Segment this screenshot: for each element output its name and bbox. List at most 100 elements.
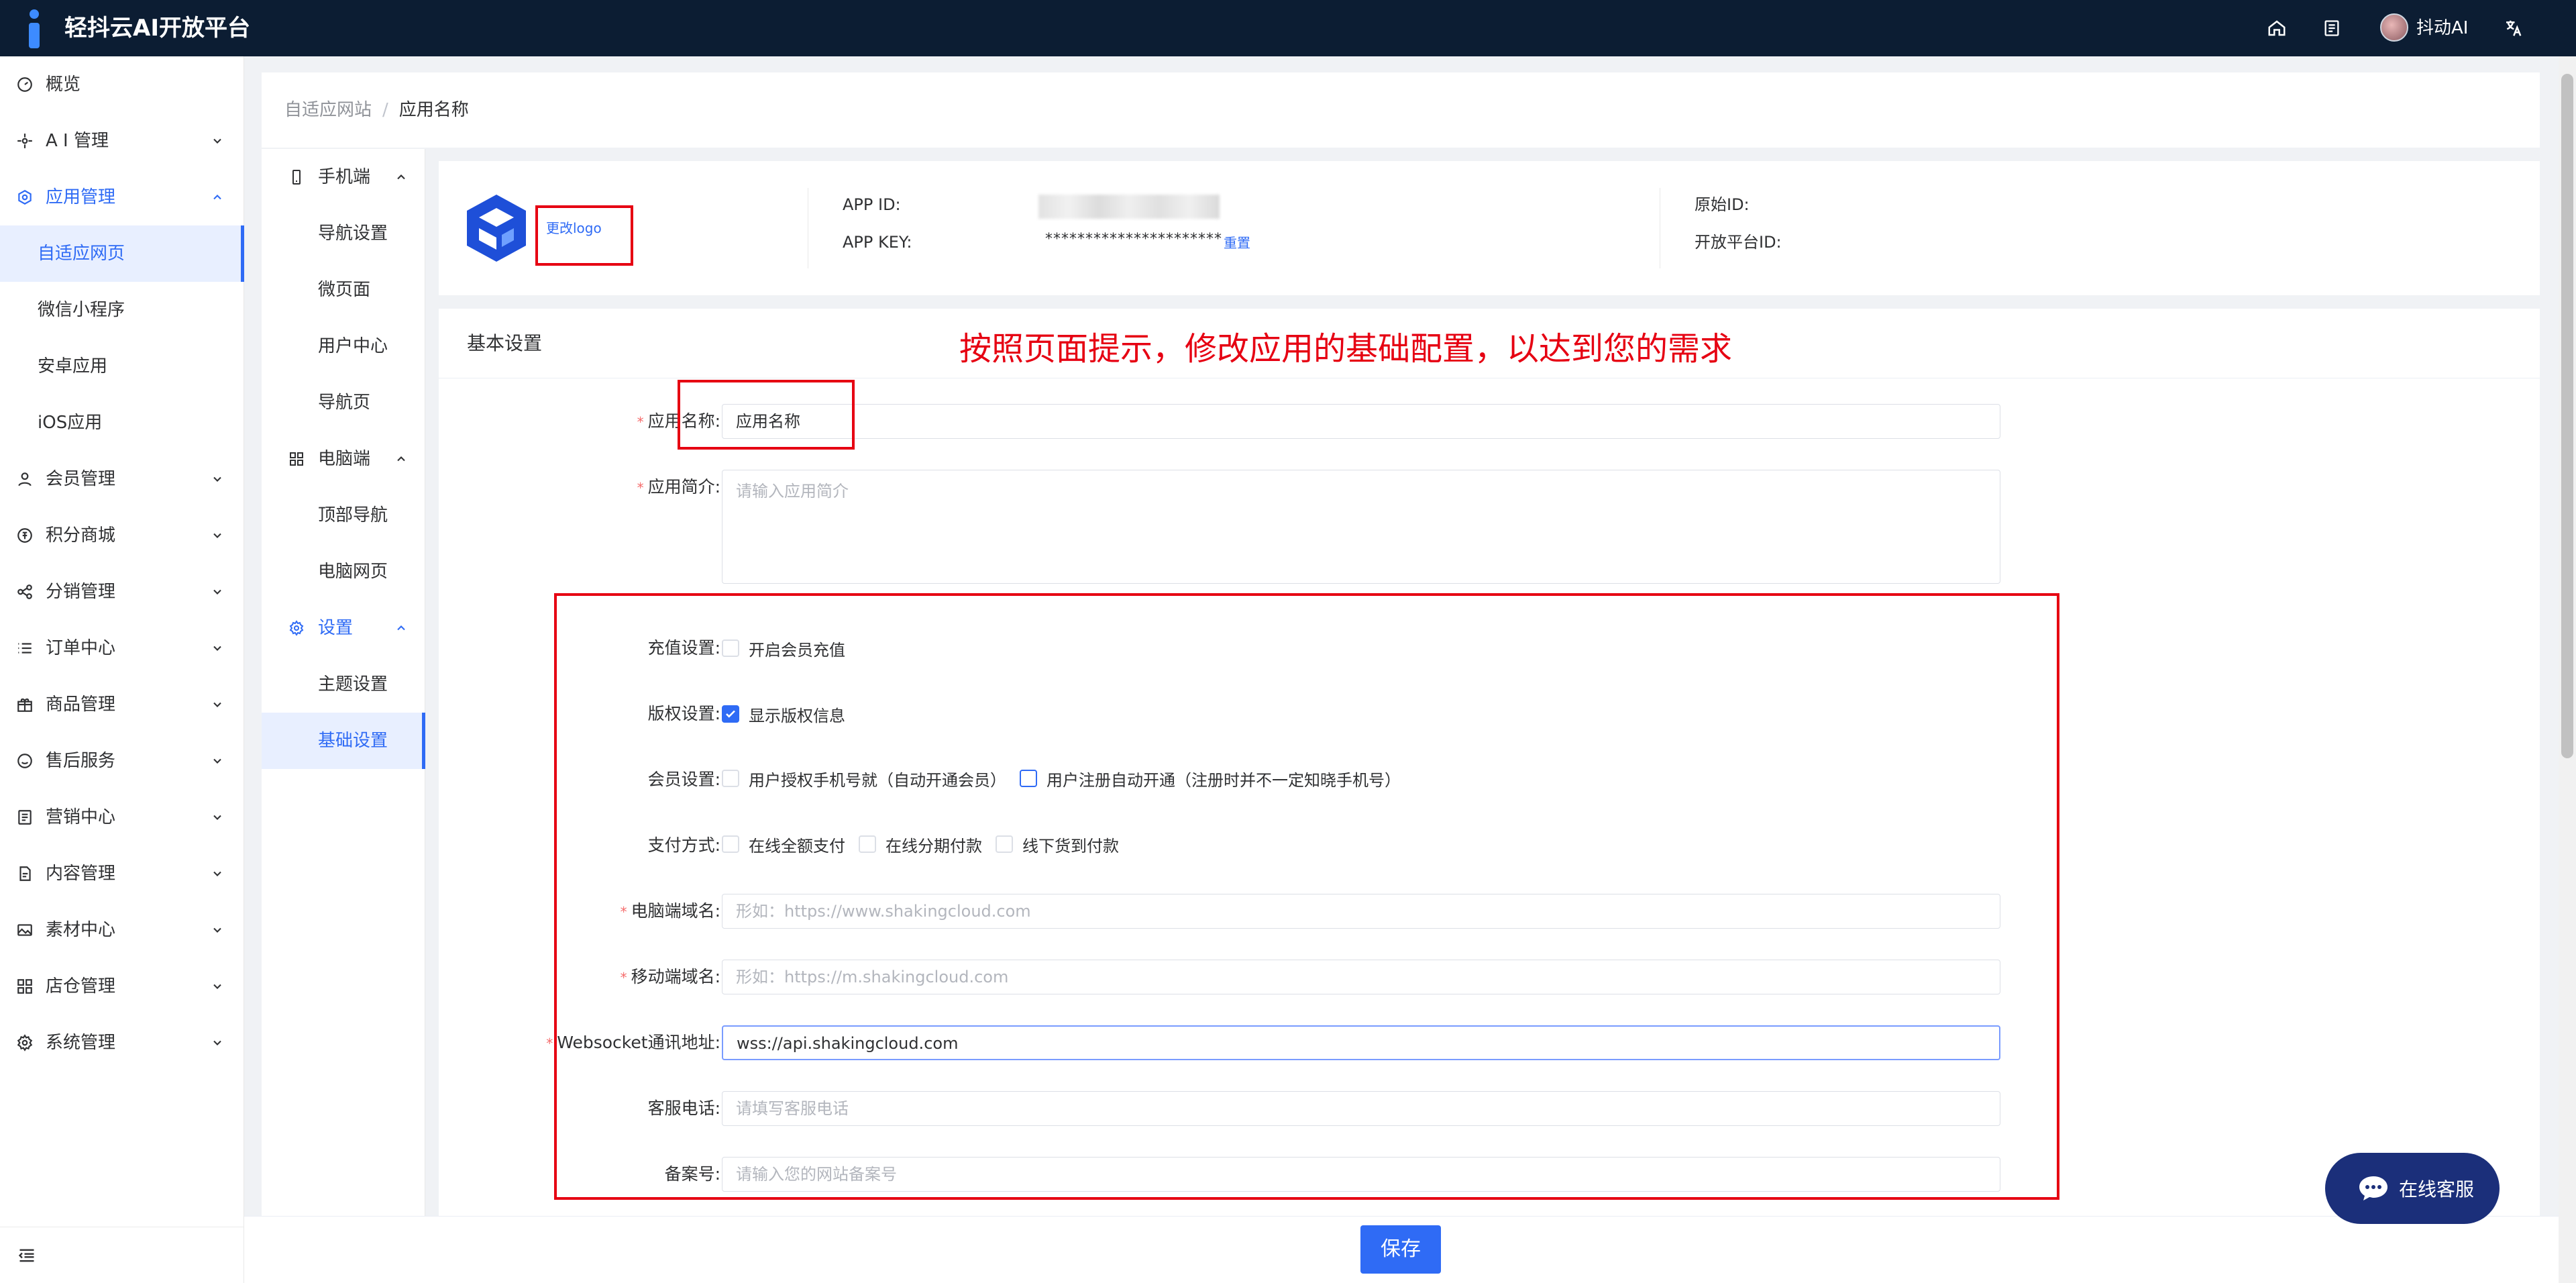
brand-logo-icon	[25, 9, 43, 48]
sidebar-item-label: 商品管理	[46, 695, 116, 715]
sidebar-item-system[interactable]: 系统管理	[0, 1015, 244, 1071]
nav-item-nav-page[interactable]: 导航页	[262, 374, 425, 431]
app-key-label: APP KEY:	[843, 233, 912, 252]
app-name-input[interactable]: 应用名称	[722, 404, 2000, 439]
chevron-up-icon	[397, 456, 405, 462]
save-button[interactable]: 保存	[1360, 1225, 1441, 1274]
nav-item-label: 电脑网页	[318, 562, 388, 582]
chevron-down-icon	[213, 871, 221, 876]
chat-bubble-icon	[2359, 1176, 2387, 1200]
app-id-value-blurred	[1038, 195, 1220, 219]
sidebar-item-members[interactable]: 会员管理	[0, 451, 244, 507]
nav-item-label: 导航设置	[318, 223, 388, 244]
reset-key-link[interactable]: 重置	[1224, 232, 1250, 252]
sidebar-item-points-mall[interactable]: 积分商城	[0, 507, 244, 564]
app-info-card: 更改logo APP ID: APP KEY: ****************…	[439, 161, 2540, 295]
nav-item-theme-settings[interactable]: 主题设置	[262, 656, 425, 713]
secondary-nav: 手机端 导航设置 微页面 用户中心 导航页 电脑端 顶部导航 电脑网页 设置 主…	[262, 149, 425, 1223]
nav-item-basic-settings[interactable]: 基础设置	[262, 713, 425, 769]
chevron-down-icon	[213, 533, 221, 538]
sidebar-subitem-wechat[interactable]: 微信小程序	[0, 282, 244, 338]
nav-item-micro-page[interactable]: 微页面	[262, 262, 425, 318]
top-bar: 轻抖云AI开放平台 抖动AI	[0, 0, 2576, 56]
nav-item-user-center[interactable]: 用户中心	[262, 318, 425, 374]
chevron-up-icon	[397, 625, 405, 631]
dashboard-icon	[17, 77, 32, 92]
sidebar-item-label: 应用管理	[46, 187, 116, 207]
breadcrumb-parent[interactable]: 自适应网站	[284, 100, 372, 120]
points-icon	[17, 528, 32, 543]
sidebar-item-after-sales[interactable]: 售后服务	[0, 733, 244, 789]
nav-group-pc[interactable]: 电脑端	[262, 431, 425, 487]
marketing-icon	[18, 810, 32, 825]
sidebar-item-marketing[interactable]: 营销中心	[0, 789, 244, 845]
nav-item-pc-page[interactable]: 电脑网页	[262, 544, 425, 600]
sidebar-item-distribution[interactable]: 分销管理	[0, 564, 244, 620]
avatar[interactable]	[2380, 13, 2408, 42]
chevron-down-icon	[213, 589, 221, 595]
breadcrumb: 自适应网站 / 应用名称	[284, 98, 469, 122]
sidebar-item-orders[interactable]: 订单中心	[0, 620, 244, 676]
sidebar-collapse-button[interactable]	[0, 1227, 244, 1283]
nav-group-settings[interactable]: 设置	[262, 600, 425, 656]
sidebar: 概览 A I 管理 应用管理 自适应网页 微信小程序 安卓应用 iOS应用 会员…	[0, 56, 244, 1283]
nav-group-mobile[interactable]: 手机端	[262, 149, 425, 205]
app-intro-label: * 应用简介:	[439, 470, 720, 505]
sidebar-item-ai[interactable]: A I 管理	[0, 113, 244, 169]
sidebar-item-content[interactable]: 内容管理	[0, 845, 244, 902]
store-icon	[17, 979, 32, 994]
form-title: 基本设置	[467, 332, 543, 354]
nav-group-label: 设置	[318, 618, 354, 638]
nav-item-label: 用户中心	[318, 336, 388, 356]
app-logo-icon	[467, 195, 526, 262]
online-service-button[interactable]: 在线客服	[2325, 1153, 2500, 1224]
image-icon	[17, 924, 32, 936]
sidebar-item-app-management[interactable]: 应用管理	[0, 169, 244, 225]
annotation-box-settings	[554, 593, 2059, 1200]
content-icon	[19, 866, 31, 881]
sidebar-subitem-label: 微信小程序	[38, 300, 125, 320]
chevron-down-icon	[213, 138, 221, 144]
chevron-down-icon	[213, 646, 221, 651]
basic-settings-form: 基本设置 按照页面提示，修改应用的基础配置，以达到您的需求 * 应用名称: 应用名…	[439, 309, 2540, 1223]
collapse-menu-icon	[18, 1249, 34, 1262]
sidebar-item-label: 订单中心	[46, 638, 116, 658]
nav-item-nav-settings[interactable]: 导航设置	[262, 205, 425, 262]
nav-item-top-nav[interactable]: 顶部导航	[262, 487, 425, 544]
user-name[interactable]: 抖动AI	[2416, 16, 2468, 40]
chevron-down-icon	[213, 702, 221, 707]
settings-icon	[17, 1034, 33, 1051]
chevron-down-icon	[213, 984, 221, 989]
sidebar-subitem-ios[interactable]: iOS应用	[0, 395, 244, 451]
app-intro-textarea[interactable]: 请输入应用简介	[722, 470, 2000, 584]
annotation-box-logo	[535, 205, 633, 266]
breadcrumb-current: 应用名称	[398, 100, 469, 120]
chevron-down-icon	[213, 927, 221, 933]
sidebar-item-materials[interactable]: 素材中心	[0, 902, 244, 958]
sidebar-item-products[interactable]: 商品管理	[0, 676, 244, 733]
platform-id-label: 开放平台ID:	[1695, 233, 1782, 252]
required-mark: *	[546, 1035, 553, 1051]
sidebar-item-overview[interactable]: 概览	[0, 56, 244, 113]
required-mark: *	[637, 414, 644, 430]
nav-item-label: 导航页	[318, 393, 371, 413]
sidebar-subitem-android[interactable]: 安卓应用	[0, 338, 244, 395]
gift-icon	[17, 698, 32, 712]
chevron-down-icon	[213, 1040, 221, 1045]
nav-group-label: 电脑端	[318, 449, 371, 469]
sidebar-item-label: 概览	[46, 74, 81, 95]
chevron-down-icon	[213, 476, 221, 482]
sidebar-item-label: 营销中心	[46, 807, 116, 827]
scrollbar-thumb[interactable]	[2561, 74, 2573, 758]
nav-item-label: 主题设置	[318, 674, 388, 695]
sidebar-item-stores[interactable]: 店仓管理	[0, 958, 244, 1015]
service-icon	[17, 754, 32, 768]
document-icon[interactable]	[2318, 15, 2345, 42]
annotation-text: 按照页面提示，修改应用的基础配置，以达到您的需求	[959, 330, 1733, 368]
sidebar-item-label: 分销管理	[46, 582, 116, 602]
sidebar-subitem-adaptive-web[interactable]: 自适应网页	[0, 225, 244, 282]
online-service-label: 在线客服	[2399, 1178, 2475, 1200]
translate-icon[interactable]	[2500, 15, 2526, 42]
share-icon	[17, 584, 32, 599]
home-icon[interactable]	[2263, 15, 2290, 42]
